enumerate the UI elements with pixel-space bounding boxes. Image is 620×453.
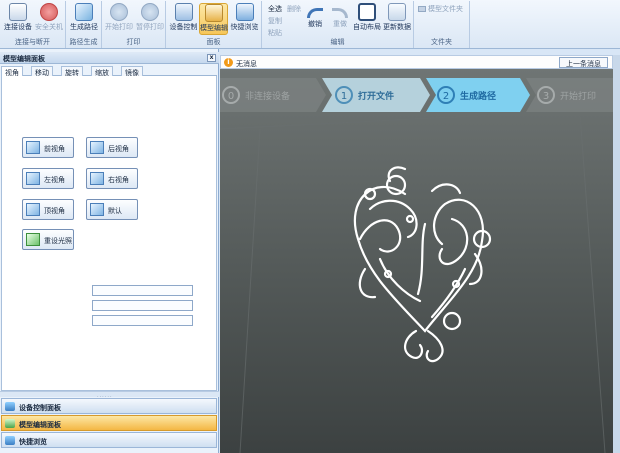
step-2-num: 2 [443,91,449,102]
cube-icon [90,203,104,216]
model-edit-panel: 模型编辑面板 x 视角 移动 旋转 缩放 镜像 前视角 后视角 左视角 右视角 … [0,49,219,453]
tab-mirror[interactable]: 镜像 [121,66,143,77]
workflow-steps: 0 1 2 3 非连接设备 打开文件 生成路径 开始打印 [220,78,613,112]
ribbon-toolbar: 连接设备 安全关机 连接与断开 生成路径 路径生成 开始打印 暂停打印 打印 设… [0,0,620,49]
tab-scale[interactable]: 缩放 [91,66,113,77]
update-data-button[interactable]: 更新数据 [382,3,412,35]
model-folder-button[interactable]: 模型文件夹 [418,4,463,14]
panel-tabs: 视角 移动 旋转 缩放 镜像 [1,66,217,77]
quick-browse-icon [5,436,15,445]
viewport-canvas: 0 1 2 3 非连接设备 打开文件 生成路径 开始打印 [220,69,613,453]
step-0-num: 0 [228,91,234,102]
auto-layout-button[interactable]: 自动布局 [352,3,382,35]
quick-browse-icon [235,3,254,21]
front-view-button[interactable]: 前视角 [22,137,74,158]
cube-icon [90,141,104,154]
info-icon: i [224,58,233,67]
reset-lighting-button[interactable]: 重设光照 [22,229,74,250]
ribbon-group-print: 开始打印 暂停打印 打印 [102,1,166,48]
3d-viewport[interactable]: 0 1 2 3 非连接设备 打开文件 生成路径 开始打印 [220,69,613,453]
folder-icon [418,6,426,12]
message-bar: i 无消息 上一条消息 [220,55,613,69]
connect-device-button[interactable]: 连接设备 [3,3,33,35]
default-view-button[interactable]: 默认 [86,199,138,220]
left-view-button[interactable]: 左视角 [22,168,74,189]
step-3-num: 3 [543,91,549,102]
power-icon [40,3,58,21]
update-data-icon [388,3,406,21]
generate-path-button[interactable]: 生成路径 [69,3,99,35]
step-3-label: 开始打印 [560,90,596,102]
pause-icon [141,3,159,21]
tab-view[interactable]: 视角 [1,66,23,77]
viewport-scrollbar[interactable] [613,55,620,453]
redo-button[interactable]: 重做 [328,3,352,35]
panel-title: 模型编辑面板 [3,55,45,63]
panel-close-button[interactable]: x [207,54,216,62]
auto-layout-icon [358,3,376,21]
nav-model-edit-panel[interactable]: 模型编辑面板 [1,415,217,431]
previous-message-button[interactable]: 上一条消息 [559,57,608,68]
cube-icon [26,141,40,154]
copy-button[interactable]: 复制 [268,16,282,26]
step-2-label: 生成路径 [460,90,496,102]
cube-icon [26,172,40,185]
model-edit-icon [5,419,15,428]
device-control-button[interactable]: 设备控制 [169,3,198,35]
step-0-label: 非连接设备 [245,90,290,102]
back-view-button[interactable]: 后视角 [86,137,138,158]
tab-move[interactable]: 移动 [31,66,53,77]
cube-icon [90,172,104,185]
tab-rotate[interactable]: 旋转 [61,66,83,77]
undo-button[interactable]: 撤销 [302,3,328,35]
model-edit-icon [204,4,223,22]
group-caption-edit: 编辑 [330,38,345,46]
viewport-background [220,69,613,453]
device-control-icon [174,3,193,21]
message-text: 无消息 [236,60,257,68]
quick-browse-button[interactable]: 快捷浏览 [229,3,260,35]
redo-icon [332,8,348,18]
ribbon-group-connect: 连接设备 安全关机 连接与断开 [0,1,66,48]
nav-device-control-panel[interactable]: 设备控制面板 [1,398,217,414]
group-caption-panel: 面板 [206,38,221,46]
group-caption-print: 打印 [126,38,141,46]
ribbon-group-edit: 全选 删除 复制 粘贴 撤销 重做 自动布局 更新数据 编辑 [262,1,414,48]
value-field-1[interactable] [92,285,193,296]
group-caption-path: 路径生成 [69,38,98,46]
pause-print-button[interactable]: 暂停打印 [135,3,165,35]
undo-icon [307,8,323,18]
play-icon [110,3,128,21]
cube-icon [26,203,40,216]
panel-header: 模型编辑面板 x [0,52,219,64]
value-field-3[interactable] [92,315,193,326]
start-print-button[interactable]: 开始打印 [104,3,134,35]
view-tab-body: 前视角 后视角 左视角 右视角 顶视角 默认 重设光照 [1,76,217,391]
delete-button[interactable]: 删除 [287,4,301,14]
printer-connect-icon [9,3,27,21]
model-edit-button[interactable]: 模型编辑 [199,3,228,35]
device-control-icon [5,402,15,411]
lighting-icon [26,233,40,246]
nav-quick-browse[interactable]: 快捷浏览 [1,432,217,448]
step-1-num: 1 [341,91,347,102]
ribbon-group-panel: 设备控制 模型编辑 快捷浏览 面板 [166,1,262,48]
top-view-button[interactable]: 顶视角 [22,199,74,220]
app-window: 连接设备 安全关机 连接与断开 生成路径 路径生成 开始打印 暂停打印 打印 设… [0,0,620,453]
select-all-button[interactable]: 全选 [268,4,282,14]
safe-shutdown-button[interactable]: 安全关机 [34,3,64,35]
value-field-2[interactable] [92,300,193,311]
ribbon-group-path: 生成路径 路径生成 [66,1,102,48]
group-caption-connect: 连接与断开 [15,38,50,46]
path-generate-icon [75,3,93,21]
group-caption-folder: 文件夹 [431,38,452,46]
panel-splitter[interactable]: ...... [0,391,219,399]
right-view-button[interactable]: 右视角 [86,168,138,189]
step-1-label: 打开文件 [358,90,394,102]
ribbon-group-folder: 模型文件夹 文件夹 [414,1,470,48]
